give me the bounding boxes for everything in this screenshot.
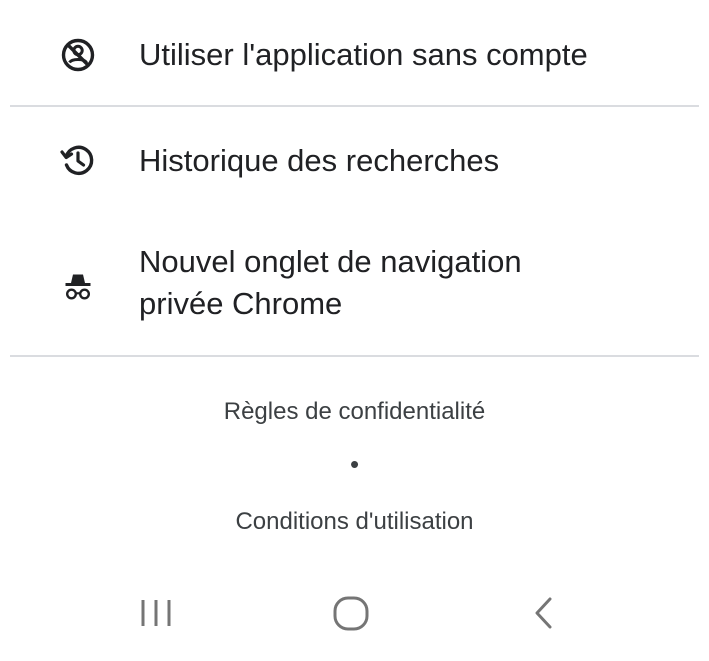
no-account-icon (58, 35, 98, 75)
menu-item-label-line-1: Nouvel onglet de navigation (139, 244, 522, 279)
divider (10, 355, 699, 357)
menu-item-incognito-tab[interactable]: Nouvel onglet de navigation privée Chrom… (0, 232, 709, 332)
menu-item-label-line-2: privée Chrome (139, 286, 343, 321)
recent-apps-icon (126, 588, 186, 638)
menu-item-use-without-account[interactable]: Utiliser l'application sans compte (0, 20, 709, 90)
divider (10, 105, 699, 107)
history-icon (58, 140, 98, 180)
incognito-icon (58, 266, 98, 306)
menu-item-label: Historique des recherches (139, 143, 500, 178)
privacy-policy-link[interactable]: Règles de confidentialité (0, 396, 709, 428)
home-icon (320, 588, 380, 638)
recent-apps-button[interactable] (126, 588, 186, 638)
back-icon (515, 588, 575, 638)
menu-item-search-history[interactable]: Historique des recherches (0, 125, 709, 195)
footer-separator: • (349, 449, 360, 479)
back-button[interactable] (515, 588, 575, 638)
menu-item-label: Utiliser l'application sans compte (139, 37, 588, 72)
home-button[interactable] (320, 588, 380, 638)
terms-of-service-link[interactable]: Conditions d'utilisation (0, 506, 709, 538)
